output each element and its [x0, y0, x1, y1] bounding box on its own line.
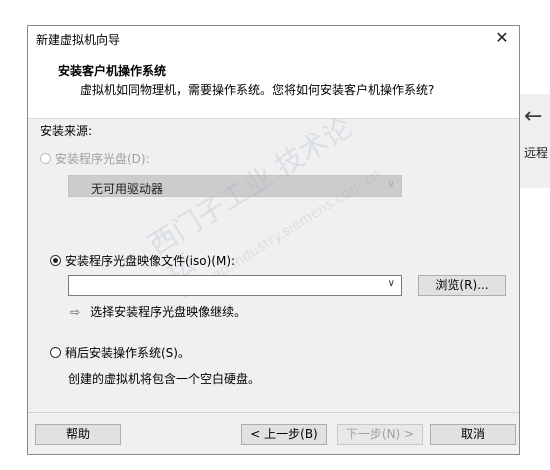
radio-install-disc[interactable]: 安装程序光盘(D):	[40, 150, 150, 167]
radio-install-disc-label: 安装程序光盘(D):	[55, 152, 150, 166]
page-subtitle: 虚拟机如同物理机，需要操作系统。您将如何安装客户机操作系统?	[80, 83, 435, 97]
disc-drive-select-value: 无可用驱动器	[91, 182, 164, 196]
chevron-down-icon: ∨	[387, 179, 395, 190]
radio-install-iso[interactable]: 安装程序光盘映像文件(iso)(M):	[50, 252, 235, 269]
radio-indicator	[50, 255, 61, 266]
browse-button[interactable]: 浏览(R)...	[418, 275, 506, 296]
background-strip	[0, 0, 24, 470]
install-source-label: 安装来源:	[40, 124, 93, 138]
arrow-right-icon: ⇨	[70, 304, 81, 319]
disc-drive-select[interactable]: 无可用驱动器 ∨	[68, 175, 402, 197]
chevron-down-icon[interactable]: ∨	[388, 278, 395, 289]
back-button[interactable]: < 上一步(B)	[241, 424, 327, 445]
install-later-description: 创建的虚拟机将包含一个空白硬盘。	[68, 372, 261, 386]
iso-hint: ⇨ 选择安装程序光盘映像继续。	[70, 303, 246, 320]
cancel-button[interactable]: 取消	[430, 424, 516, 445]
radio-install-later-label: 稍后安装操作系统(S)。	[65, 346, 190, 360]
radio-indicator	[50, 347, 61, 358]
window-title: 新建虚拟机向导	[36, 33, 121, 47]
arrow-left-icon: ←	[524, 104, 543, 129]
next-button[interactable]: 下一步(N) >	[337, 424, 423, 445]
help-button[interactable]: 帮助	[35, 424, 121, 445]
radio-install-iso-label: 安装程序光盘映像文件(iso)(M):	[65, 254, 236, 268]
footer-divider	[28, 412, 519, 413]
iso-hint-text: 选择安装程序光盘映像继续。	[90, 305, 247, 319]
iso-path-input[interactable]: ∨	[68, 275, 402, 296]
side-panel-remote[interactable]: ← 远程	[516, 94, 550, 188]
close-icon[interactable]: ✕	[491, 27, 513, 49]
radio-install-later[interactable]: 稍后安装操作系统(S)。	[50, 344, 190, 361]
new-vm-wizard-dialog: 新建虚拟机向导 ✕ 安装客户机操作系统 虚拟机如同物理机，需要操作系统。您将如何…	[27, 25, 520, 455]
radio-indicator	[40, 153, 51, 164]
wizard-header: 安装客户机操作系统 虚拟机如同物理机，需要操作系统。您将如何安装客户机操作系统?	[28, 50, 519, 119]
title-bar: 新建虚拟机向导 ✕	[28, 26, 519, 50]
side-panel-label: 远程	[524, 146, 549, 160]
page-title: 安装客户机操作系统	[58, 64, 167, 78]
